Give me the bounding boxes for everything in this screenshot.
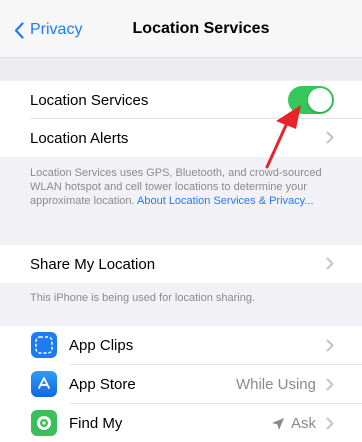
about-location-privacy-link[interactable]: About Location Services & Privacy... [137,195,314,207]
section-spacer [0,58,362,80]
location-alerts-row[interactable]: Location Alerts [0,119,362,157]
location-arrow-icon [271,417,285,431]
app-name: Find My [69,415,123,432]
chevron-right-icon [326,339,334,352]
location-services-row[interactable]: Location Services [0,81,362,119]
app-row-app-store[interactable]: App Store While Using [0,365,362,404]
chevron-right-icon [326,417,334,430]
permission-value: While Using [235,376,316,393]
permission-value-text: Ask [290,415,316,432]
share-my-location-label: Share My Location [30,255,156,273]
location-alerts-label: Location Alerts [30,129,129,147]
chevron-right-icon [326,257,334,270]
share-location-footnote: This iPhone is being used for location s… [30,292,256,304]
permission-value: Ask [271,415,316,432]
find-my-icon [31,410,57,436]
share-my-location-row[interactable]: Share My Location [0,245,362,283]
app-store-icon [31,371,57,397]
app-clips-icon [31,332,57,358]
app-list: App Clips App Store While Using Find My … [0,326,362,442]
location-services-label: Location Services [30,91,149,109]
app-name: App Store [69,376,136,393]
app-row-app-clips[interactable]: App Clips [0,326,362,365]
location-services-footnote: Location Services uses GPS, Bluetooth, a… [30,166,330,208]
app-row-find-my[interactable]: Find My Ask [0,404,362,442]
location-services-group: Location Services Location Alerts [0,81,362,157]
toggle-knob [308,88,332,112]
page-title: Location Services [132,20,270,37]
location-services-toggle[interactable] [288,86,334,114]
navigation-bar: Privacy Location Services [0,0,362,58]
share-location-group: Share My Location [0,245,362,283]
app-name: App Clips [69,337,134,354]
chevron-right-icon [326,378,334,391]
chevron-right-icon [326,131,334,144]
